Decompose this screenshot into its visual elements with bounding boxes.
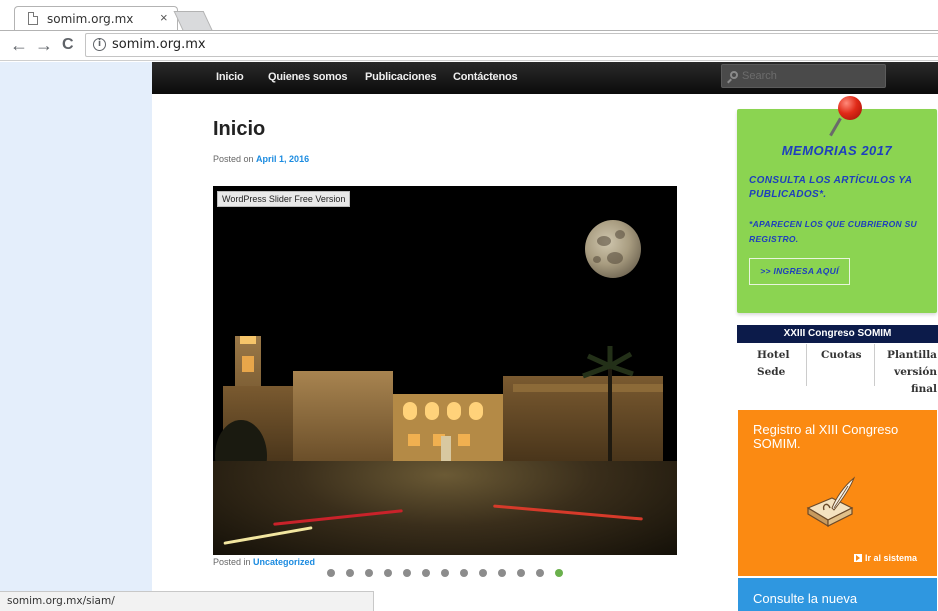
memorias-title: MEMORIAS 2017 xyxy=(781,143,893,158)
status-bar: somim.org.mx/siam/ xyxy=(0,591,374,611)
post-category: Posted in Uncategorized xyxy=(213,557,315,567)
slider-dot[interactable] xyxy=(441,569,449,577)
book-quill-icon xyxy=(806,476,856,528)
consulte-text: Consulte la nueva xyxy=(753,591,858,606)
page-title: Inicio xyxy=(213,118,266,140)
slider-dot[interactable] xyxy=(327,569,335,577)
hotel-sede-link[interactable]: Hotel Sede xyxy=(757,347,789,381)
nav-item-inicio[interactable]: Inicio xyxy=(216,71,244,83)
info-icon[interactable]: i xyxy=(93,38,106,51)
plaza-ground xyxy=(213,461,677,555)
page-icon xyxy=(28,12,38,25)
nav-item-contactenos[interactable]: Contáctenos xyxy=(453,71,518,83)
ingresa-button[interactable]: >> INGRESA AQUÍ xyxy=(749,258,850,285)
slider-dot[interactable] xyxy=(384,569,392,577)
status-url: somim.org.mx/siam/ xyxy=(7,595,115,607)
pushpin-icon xyxy=(838,96,862,120)
registro-text: Registro al XIII Congreso SOMIM. xyxy=(753,422,899,451)
url-text[interactable]: somim.org.mx xyxy=(112,37,206,52)
cuotas-link[interactable]: Cuotas xyxy=(821,347,862,364)
consulte-widget[interactable]: Consulte la nueva xyxy=(738,578,937,611)
posted-on-label: Posted on xyxy=(213,154,254,164)
browser-toolbar: ← → C i somim.org.mx xyxy=(0,31,938,61)
forward-arrow-icon[interactable]: → xyxy=(35,35,53,55)
plantilla-link[interactable]: Plantilla versión final xyxy=(874,347,937,398)
close-tab-icon[interactable]: × xyxy=(160,10,168,25)
search-input[interactable]: Search xyxy=(721,64,886,88)
post-date-link[interactable]: April 1, 2016 xyxy=(256,154,309,164)
play-icon xyxy=(854,554,862,562)
page-viewport: Inicio Quienes somos Publicaciones Contá… xyxy=(0,62,938,611)
reload-icon[interactable]: C xyxy=(62,35,74,55)
site-navigation: Inicio Quienes somos Publicaciones Contá… xyxy=(152,62,938,94)
address-bar[interactable]: i somim.org.mx xyxy=(85,33,938,57)
congreso-links: Hotel Sede Cuotas Plantilla versión fina… xyxy=(737,344,938,399)
image-slider[interactable]: WordPress Slider Free Version xyxy=(213,186,677,555)
moon-image xyxy=(585,220,641,278)
memorias-text: CONSULTA LOS ARTÍCULOS YA PUBLICADOS*. xyxy=(749,175,912,200)
ir-al-sistema-link[interactable]: Ir al sistema xyxy=(854,553,917,563)
posted-in-label: Posted in xyxy=(213,557,251,567)
slider-dot[interactable] xyxy=(479,569,487,577)
memorias-widget: MEMORIAS 2017 CONSULTA LOS ARTÍCULOS YA … xyxy=(737,96,937,313)
category-link[interactable]: Uncategorized xyxy=(253,557,315,567)
congreso-heading: XXIII Congreso SOMIM xyxy=(737,325,938,343)
slider-dot[interactable] xyxy=(517,569,525,577)
search-icon xyxy=(730,71,738,79)
search-placeholder: Search xyxy=(742,70,777,82)
slider-dot[interactable] xyxy=(403,569,411,577)
slider-dot[interactable] xyxy=(555,569,563,577)
slider-dot[interactable] xyxy=(346,569,354,577)
slider-dot[interactable] xyxy=(536,569,544,577)
slider-dot[interactable] xyxy=(365,569,373,577)
slider-dot[interactable] xyxy=(460,569,468,577)
page-background xyxy=(0,62,152,611)
back-arrow-icon[interactable]: ← xyxy=(10,35,28,55)
new-tab-button[interactable] xyxy=(173,11,213,30)
slider-dot[interactable] xyxy=(422,569,430,577)
nav-item-quienes-somos[interactable]: Quienes somos xyxy=(268,71,348,83)
slider-watermark: WordPress Slider Free Version xyxy=(217,191,351,207)
slider-dot[interactable] xyxy=(498,569,506,577)
browser-tab[interactable]: somim.org.mx × xyxy=(14,6,178,31)
registro-widget[interactable]: Registro al XIII Congreso SOMIM. Ir al s… xyxy=(738,410,937,576)
pin-needle xyxy=(829,117,842,137)
divider xyxy=(806,344,807,386)
tab-title: somim.org.mx xyxy=(47,12,134,26)
tab-strip: somim.org.mx × xyxy=(0,0,938,31)
post-meta: Posted on April 1, 2016 xyxy=(213,154,309,164)
nav-item-publicaciones[interactable]: Publicaciones xyxy=(365,71,437,83)
memorias-note: *APARECEN LOS QUE CUBRIERON SU REGISTRO. xyxy=(749,219,917,244)
